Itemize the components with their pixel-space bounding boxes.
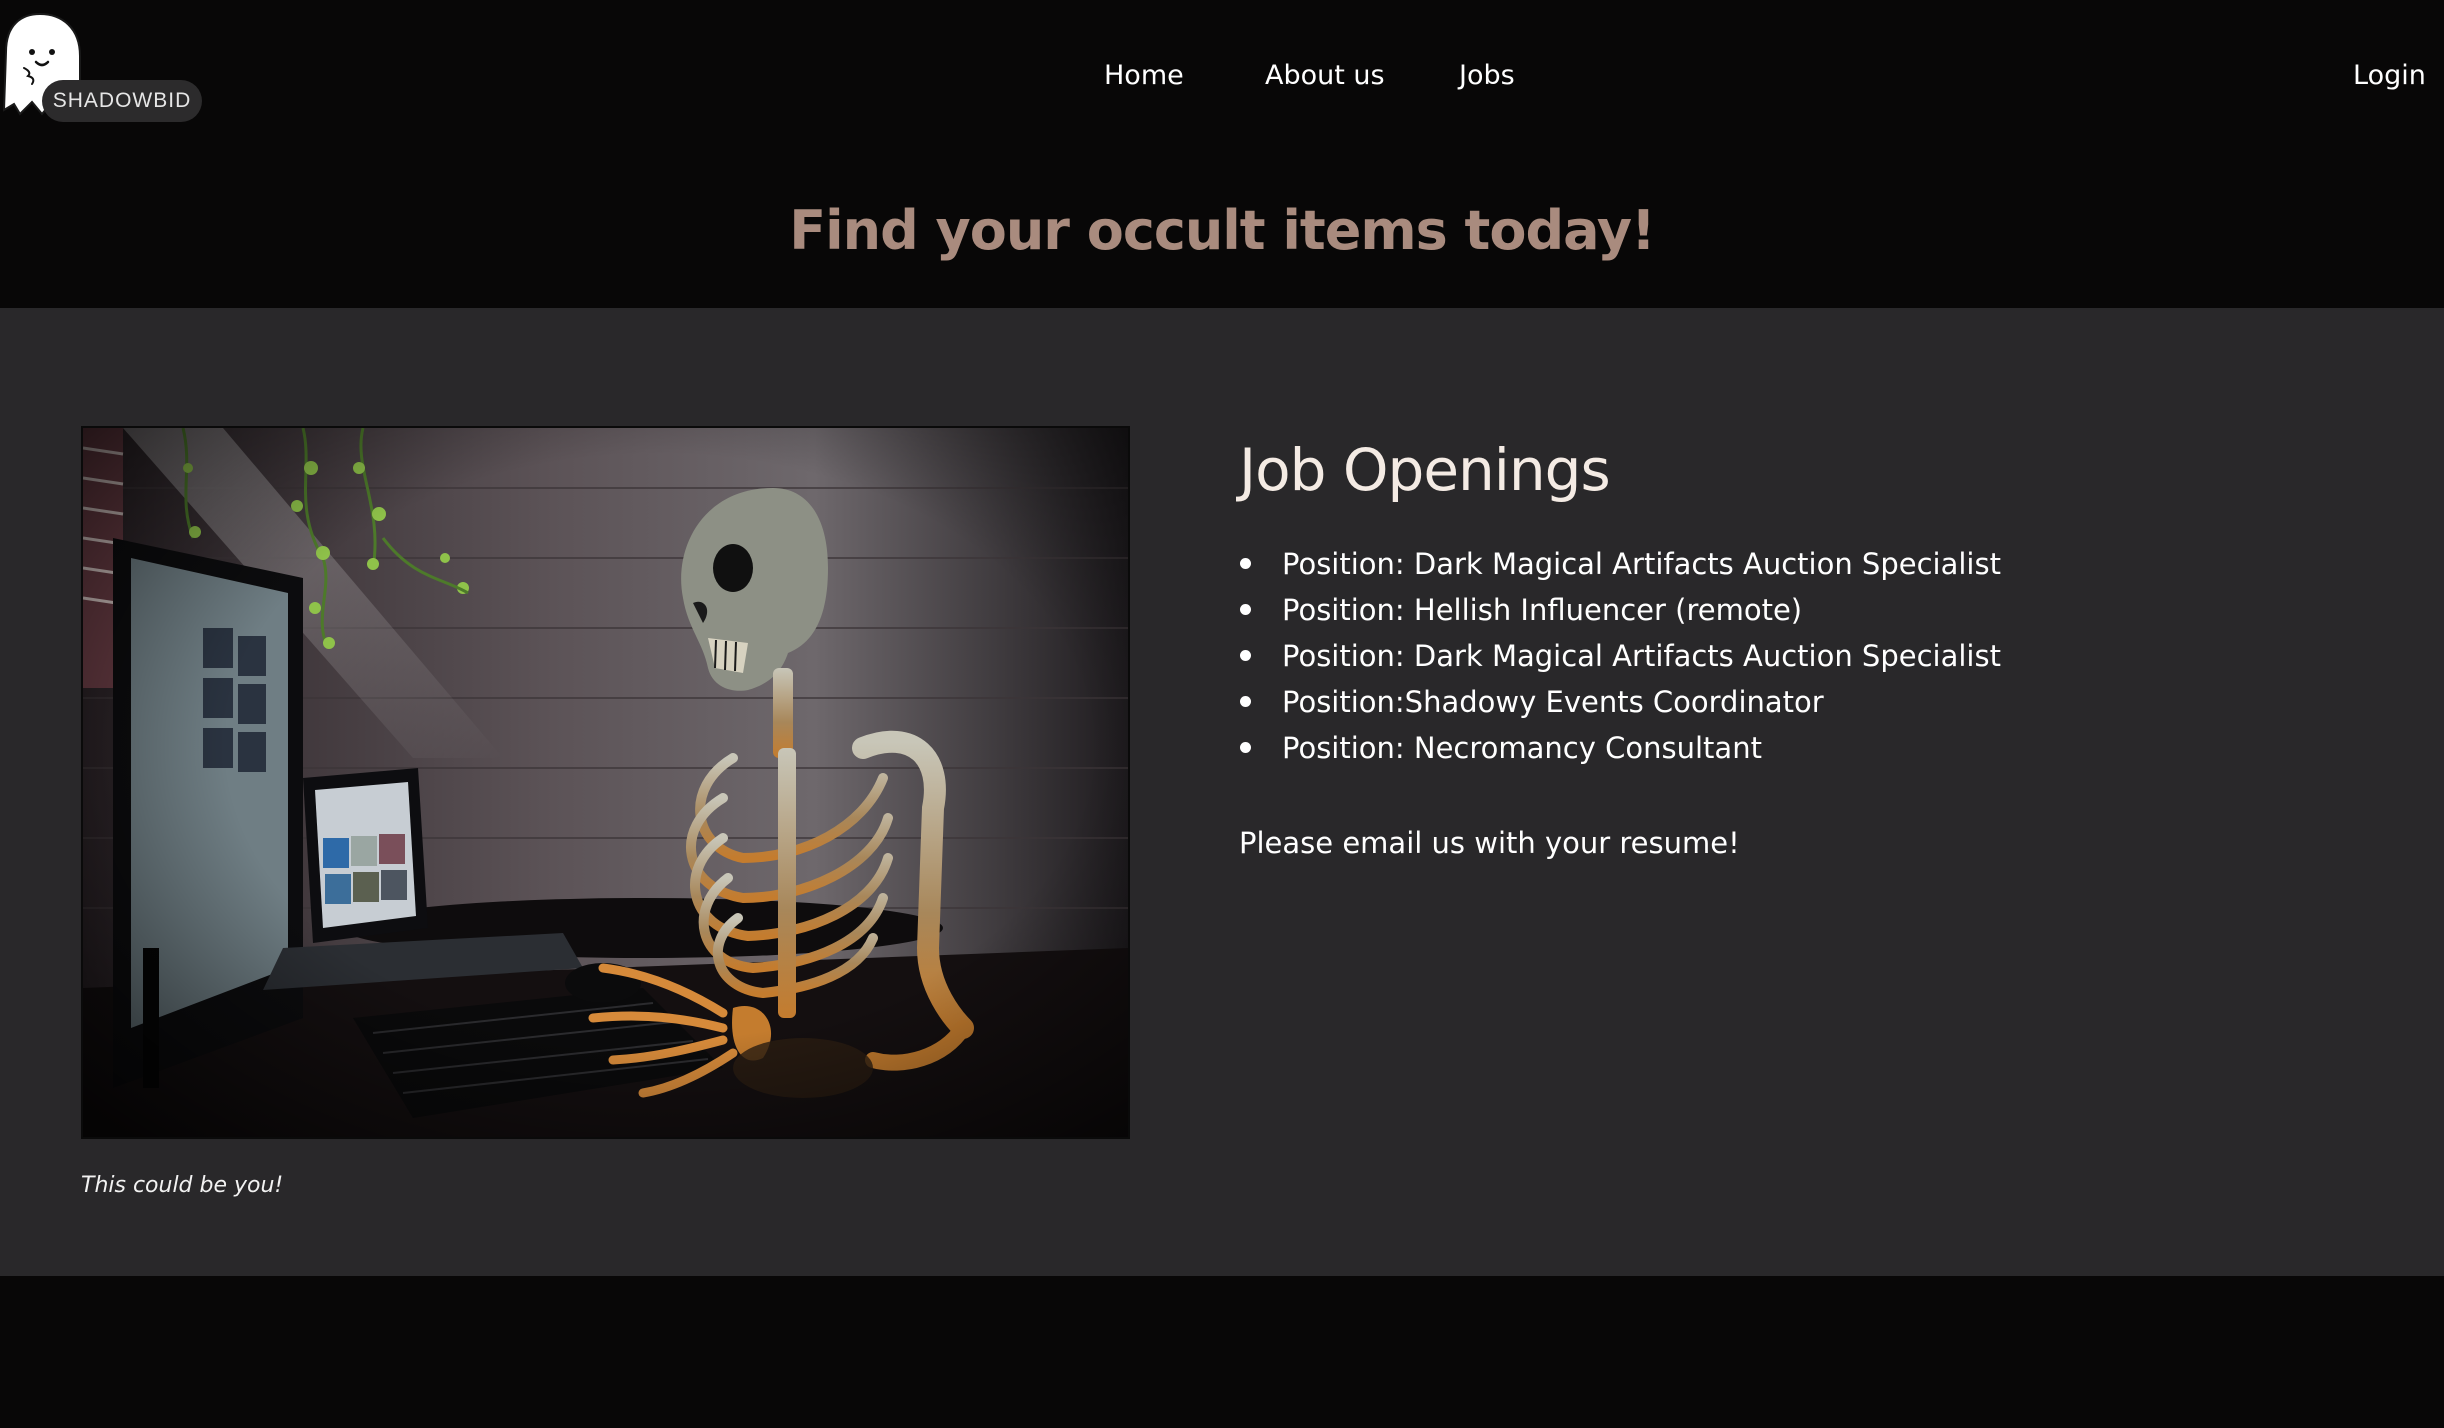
job-position-item: Position: Dark Magical Artifacts Auction… xyxy=(1239,633,2001,679)
nav-link-jobs[interactable]: Jobs xyxy=(1459,56,1515,96)
job-position-text: Position: Dark Magical Artifacts Auction… xyxy=(1282,639,2001,673)
bullet-icon xyxy=(1240,742,1251,753)
job-position-item: Position: Dark Magical Artifacts Auction… xyxy=(1239,541,2001,587)
skeleton-at-computer-illustration xyxy=(83,428,1128,1137)
job-position-text: Position:Shadowy Events Coordinator xyxy=(1282,685,1824,719)
skeleton-photo xyxy=(81,426,1130,1139)
bullet-icon xyxy=(1240,558,1251,569)
nav-link-about-us[interactable]: About us xyxy=(1265,56,1385,96)
bullet-icon xyxy=(1240,604,1251,615)
job-position-text: Position: Necromancy Consultant xyxy=(1282,731,1762,765)
nav-link-home[interactable]: Home xyxy=(1104,56,1184,96)
site-header: SHADOWBID Home About us Jobs Login Find … xyxy=(0,0,2444,308)
job-position-item: Position:Shadowy Events Coordinator xyxy=(1239,679,2001,725)
bullet-icon xyxy=(1240,650,1251,661)
email-resume-note: Please email us with your resume! xyxy=(1239,826,1740,860)
job-position-text: Position: Hellish Influencer (remote) xyxy=(1282,593,1803,627)
login-link[interactable]: Login xyxy=(2353,56,2426,96)
job-position-item: Position: Hellish Influencer (remote) xyxy=(1239,587,2001,633)
image-caption: This could be you! xyxy=(81,1173,284,1198)
site-footer xyxy=(0,1276,2444,1428)
logo-wordmark: SHADOWBID xyxy=(42,80,202,122)
bullet-icon xyxy=(1240,696,1251,707)
job-position-text: Position: Dark Magical Artifacts Auction… xyxy=(1282,547,2001,581)
site-logo[interactable]: SHADOWBID xyxy=(0,12,210,122)
job-positions-list: Position: Dark Magical Artifacts Auction… xyxy=(1239,541,2001,771)
job-openings-heading: Job Openings xyxy=(1239,436,1611,504)
hero-title: Find your occult items today! xyxy=(789,199,1655,262)
job-position-item: Position: Necromancy Consultant xyxy=(1239,725,2001,771)
jobs-section: This could be you! Job Openings Position… xyxy=(0,308,2444,1276)
